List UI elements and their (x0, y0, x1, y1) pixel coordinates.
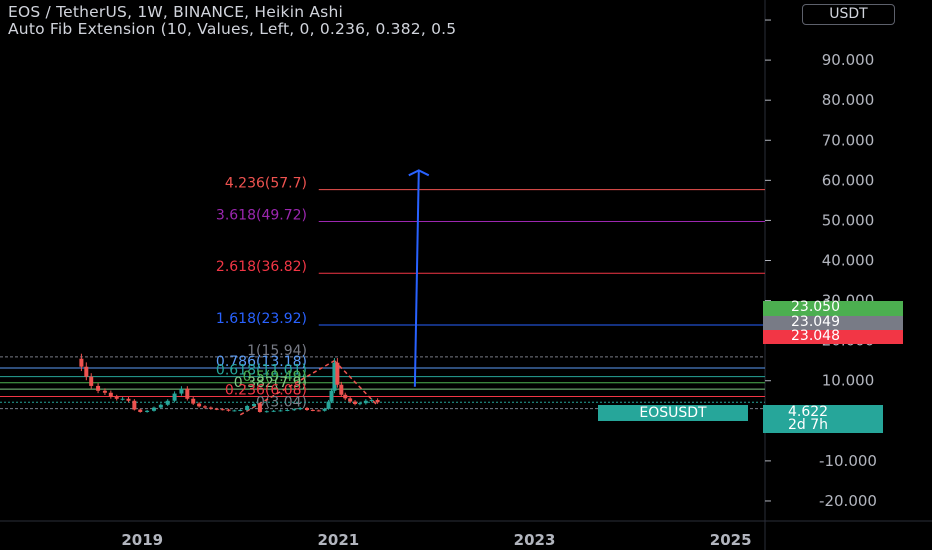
y-tick-label: 90.000 (822, 51, 875, 69)
candle-body (271, 410, 276, 412)
candle-body (226, 409, 231, 411)
grid (0, 0, 932, 550)
y-tick-label: -10.000 (819, 452, 877, 470)
candle-body (353, 401, 358, 404)
y-tick-label: 50.000 (822, 211, 875, 229)
candle-body (208, 407, 213, 409)
candle-body (126, 398, 131, 401)
y-tick-label: 70.000 (822, 131, 875, 149)
candle-body (132, 400, 137, 410)
candle-body (232, 410, 237, 412)
candle-body (185, 388, 190, 399)
last-price-label: 4.622 2d 7h (763, 405, 883, 433)
candle-body (298, 407, 303, 410)
candle-body (79, 358, 84, 367)
y-tick-label: 60.000 (822, 171, 875, 189)
x-tick-label: 2025 (710, 531, 752, 549)
candle-body (316, 410, 321, 412)
candle-body (165, 400, 170, 405)
candle-body (238, 409, 243, 411)
candle-body (343, 394, 348, 399)
candle-body (278, 410, 283, 412)
price-label-red: 23.048 (763, 329, 903, 344)
fib-level-label: 1.618(23.92) (216, 311, 307, 327)
candle-body (335, 362, 340, 385)
candle-body (326, 401, 331, 409)
candle-body (264, 411, 269, 413)
candle-body (145, 410, 150, 412)
candle-body (369, 399, 374, 401)
candle-body (214, 408, 219, 410)
candle-body (191, 398, 196, 404)
bar-countdown: 2d 7h (788, 417, 829, 433)
candle-body (257, 403, 262, 412)
indicator-legend[interactable]: Auto Fib Extension (10, Values, Left, 0,… (8, 20, 456, 38)
y-tick-label: 40.000 (822, 252, 875, 270)
candle-body (310, 409, 315, 411)
y-tick-label: -20.000 (819, 492, 877, 510)
candle-body (108, 392, 113, 397)
fib-level-label: 4.236(57.7) (225, 176, 307, 192)
candle-body (292, 409, 297, 411)
chart-background (0, 0, 932, 550)
symbol-label: EOSUSDT (598, 405, 748, 421)
candle-body (197, 403, 202, 407)
candle-body (348, 398, 353, 402)
candle-body (202, 406, 207, 408)
candle-body (84, 366, 89, 377)
currency-unit-button[interactable]: USDT (802, 4, 895, 25)
price-chart[interactable]: 4.236(57.7) 3.618(49.72) 2.618(36.82) 1.618… (0, 0, 932, 550)
candle-body (179, 388, 184, 394)
candle-body (252, 403, 257, 406)
candle-body (151, 407, 156, 411)
candle-body (322, 408, 327, 411)
candle-body (158, 404, 163, 408)
x-tick-label: 2023 (514, 531, 556, 549)
y-tick-label: 10.000 (822, 372, 875, 390)
candle-body (96, 385, 101, 391)
candle-body (89, 376, 94, 386)
chart-title: EOS / TetherUS, 1W, BINANCE, Heikin Ashi (8, 3, 343, 21)
fib-level-label: 3.618(49.72) (216, 208, 307, 224)
candle-body (138, 409, 143, 412)
candle-body (304, 407, 309, 410)
x-tick-label: 2019 (121, 531, 163, 549)
x-tick-label: 2021 (317, 531, 359, 549)
candle-body (172, 393, 177, 401)
candle-body (375, 399, 380, 403)
y-tick-label: 80.000 (822, 91, 875, 109)
candle-body (120, 398, 125, 400)
candle-body (114, 396, 119, 399)
fib-level-label: 2.618(36.82) (216, 259, 307, 275)
candle-body (220, 409, 225, 411)
candle-body (363, 400, 368, 404)
candle-body (285, 409, 290, 411)
candle-body (339, 384, 344, 395)
candle-body (245, 405, 250, 410)
candle-body (102, 390, 107, 393)
candle-body (357, 403, 362, 405)
candle-body (329, 390, 334, 402)
